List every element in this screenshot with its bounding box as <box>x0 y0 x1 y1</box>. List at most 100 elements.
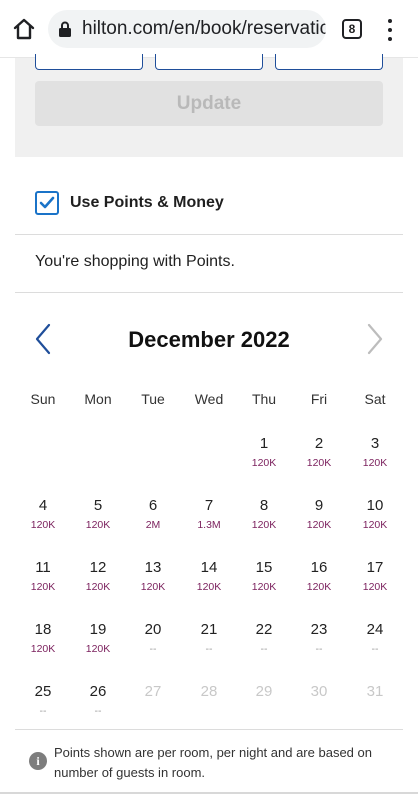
calendar-day[interactable]: 4 120K <box>15 496 71 542</box>
calendar-day[interactable]: 1 120K <box>236 434 292 480</box>
departure-field[interactable] <box>155 54 263 70</box>
day-points-price: -- <box>94 705 102 717</box>
day-number: 19 <box>89 621 107 638</box>
reservation-filter-panel: Update <box>15 54 403 157</box>
calendar-day: 31 <box>347 682 403 728</box>
calendar-day[interactable]: 22 -- <box>236 620 292 666</box>
day-number: 6 <box>148 497 158 514</box>
arrival-field[interactable] <box>35 54 143 70</box>
day-points-price: 120K <box>85 581 111 593</box>
day-number: 18 <box>34 621 52 638</box>
checkmark-icon <box>39 196 55 209</box>
calendar-day[interactable]: 17 120K <box>347 558 403 604</box>
day-number: 26 <box>89 683 107 700</box>
calendar-day[interactable]: 23 -- <box>291 620 347 666</box>
day-points-price: 120K <box>306 581 332 593</box>
calendar-day: 29 <box>236 682 292 728</box>
day-number: 4 <box>38 497 48 514</box>
calendar-day[interactable]: 15 120K <box>236 558 292 604</box>
day-points-price: 120K <box>362 581 388 593</box>
weekday-label: Tue <box>141 391 165 407</box>
calendar-day[interactable]: 20 -- <box>125 620 181 666</box>
day-points-price: 120K <box>306 457 332 469</box>
day-number: 28 <box>200 683 218 700</box>
day-number: 7 <box>204 497 214 514</box>
day-number: 30 <box>310 683 328 700</box>
points-money-checkbox[interactable] <box>35 191 59 215</box>
calendar-day[interactable]: 25 -- <box>15 682 71 728</box>
points-note: i Points shown are per room, per night a… <box>15 729 403 800</box>
address-bar[interactable]: hilton.com/en/book/reservatic <box>48 10 326 48</box>
day-number: 15 <box>255 559 273 576</box>
day-number: 1 <box>259 435 269 452</box>
month-title: December 2022 <box>128 327 290 352</box>
calendar-day[interactable]: 8 120K <box>236 496 292 542</box>
day-points-price: 120K <box>362 457 388 469</box>
weekday-label: Mon <box>84 391 112 407</box>
guests-field[interactable] <box>275 54 383 70</box>
weekday-label: Wed <box>194 391 224 407</box>
calendar-day[interactable]: 11 120K <box>15 558 71 604</box>
day-points-price: 120K <box>362 519 388 531</box>
calendar-day[interactable]: 9 120K <box>291 496 347 542</box>
day-points-price: 120K <box>30 643 56 655</box>
day-points-price: 120K <box>30 519 56 531</box>
calendar-day[interactable]: 2 120K <box>291 434 347 480</box>
calendar-day[interactable]: 10 120K <box>347 496 403 542</box>
day-number: 20 <box>144 621 162 638</box>
day-number: 16 <box>310 559 328 576</box>
calendar-day[interactable]: 3 120K <box>347 434 403 480</box>
day-number: 10 <box>366 497 384 514</box>
calendar-day[interactable]: 21 -- <box>181 620 237 666</box>
divider <box>15 292 403 293</box>
day-number: 21 <box>200 621 218 638</box>
calendar-day[interactable]: 6 2M <box>125 496 181 542</box>
points-money-label: Use Points & Money <box>70 194 224 211</box>
calendar-day[interactable]: 26 -- <box>70 682 126 728</box>
calendar-day: 27 <box>125 682 181 728</box>
calendar-day[interactable]: 16 120K <box>291 558 347 604</box>
day-points-price: 120K <box>85 519 111 531</box>
day-points-price: 120K <box>251 581 277 593</box>
points-note-text: Points shown are per room, per night and… <box>54 745 372 780</box>
day-points-price: 120K <box>30 581 56 593</box>
calendar-day[interactable]: 5 120K <box>70 496 126 542</box>
day-number: 24 <box>366 621 384 638</box>
home-icon[interactable] <box>10 15 38 43</box>
day-points-price: 120K <box>251 519 277 531</box>
lock-icon <box>59 21 71 37</box>
calendar-day: 30 <box>291 682 347 728</box>
day-number: 5 <box>93 497 103 514</box>
day-points-price: 120K <box>140 581 166 593</box>
day-number: 17 <box>366 559 384 576</box>
day-points-price: -- <box>149 643 157 655</box>
calendar-day[interactable]: 12 120K <box>70 558 126 604</box>
day-number: 25 <box>34 683 52 700</box>
day-points-price: 2M <box>145 519 161 531</box>
calendar-day[interactable]: 19 120K <box>70 620 126 666</box>
divider <box>15 234 403 235</box>
day-number: 23 <box>310 621 328 638</box>
day-number: 31 <box>366 683 384 700</box>
day-number: 8 <box>259 497 269 514</box>
weekday-label: Fri <box>310 391 328 407</box>
calendar-day[interactable]: 13 120K <box>125 558 181 604</box>
calendar-day[interactable]: 24 -- <box>347 620 403 666</box>
weekday-label: Sat <box>364 391 386 407</box>
points-money-row[interactable]: Use Points & Money <box>15 180 403 234</box>
calendar-header: December 2022 <box>15 318 403 362</box>
calendar-day[interactable]: 18 120K <box>15 620 71 666</box>
day-number: 27 <box>144 683 162 700</box>
more-options-icon[interactable] <box>382 16 398 44</box>
day-points-price: 120K <box>196 581 222 593</box>
day-number: 11 <box>35 559 51 576</box>
day-points-price: -- <box>315 643 323 655</box>
update-button[interactable]: Update <box>35 81 383 126</box>
shopping-message: You're shopping with Points. <box>35 253 235 270</box>
calendar-day[interactable]: 14 120K <box>181 558 237 604</box>
tab-switcher-button[interactable]: 8 <box>342 19 362 39</box>
calendar-day[interactable]: 7 1.3M <box>181 496 237 542</box>
day-points-price: -- <box>39 705 47 717</box>
next-month-icon[interactable] <box>365 322 385 356</box>
day-number: 12 <box>89 559 107 576</box>
